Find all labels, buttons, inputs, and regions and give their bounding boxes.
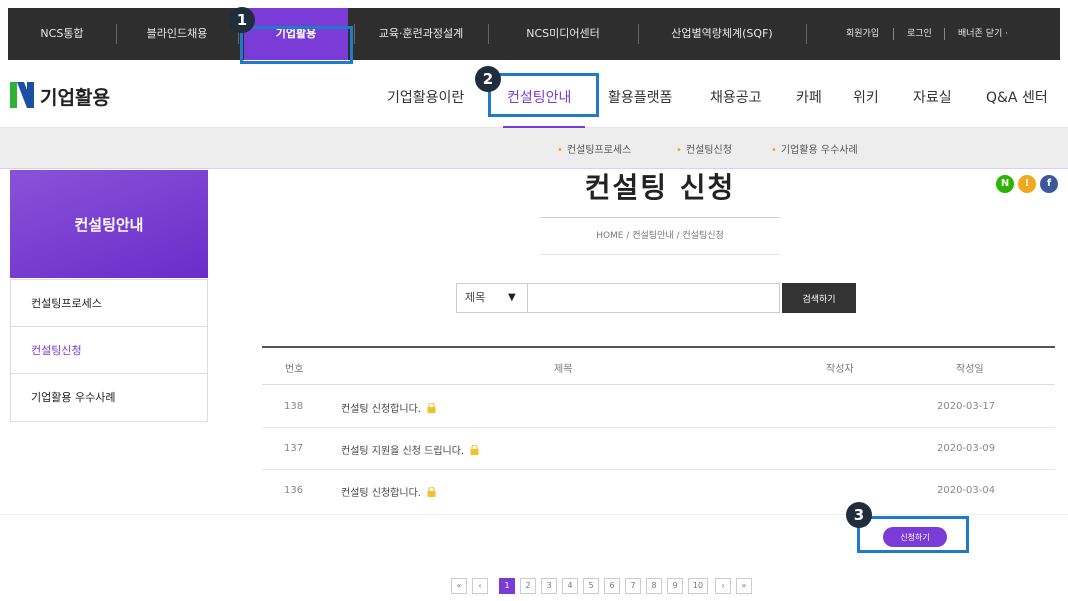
table-row[interactable]: 컨설팅 신청합니다. (341, 484, 436, 499)
search-input[interactable] (527, 283, 780, 313)
content-divider (0, 514, 1068, 515)
notice-share-icon[interactable]: ! (1018, 175, 1036, 193)
topbar-item-training-design[interactable]: 교육·훈련과정설계 (354, 8, 488, 60)
top-site-bar-inner: NCS통합 블라인드채용 기업활용 교육·훈련과정설계 NCS미디어센터 산업별… (8, 8, 1060, 60)
sidebar-title: 컨설팅안내 (74, 216, 144, 234)
dropdown-triangle-icon: ▼ (508, 292, 516, 303)
sidebar-item-apply[interactable]: 컨설팅신청 (11, 327, 207, 374)
page-button-8[interactable]: 8 (646, 578, 662, 594)
title-divider (540, 217, 780, 218)
sidebar-item-best-cases[interactable]: 기업활용 우수사례 (11, 374, 207, 421)
subnav-item-label: 기업활용 우수사례 (780, 145, 858, 156)
topbar-divider (806, 24, 807, 44)
bullet-dot-icon: • (557, 145, 563, 156)
prev-page-button[interactable]: ‹ (472, 578, 488, 594)
lock-icon (427, 403, 436, 413)
lock-icon (427, 487, 436, 497)
topbar-item-blind-hiring[interactable]: 블라인드채용 (116, 8, 238, 60)
callout-marker-3: 3 (846, 502, 872, 528)
nav-item-jobs[interactable]: 채용공고 (710, 87, 762, 107)
callout-marker-2: 2 (475, 66, 501, 92)
page-button-4[interactable]: 4 (562, 578, 578, 594)
util-divider (893, 28, 894, 40)
topbar-item-ncs[interactable]: NCS통합 (8, 8, 116, 60)
sub-navigation: • 컨설팅프로세스 • 컨설팅신청 • 기업활용 우수사례 (0, 128, 1068, 169)
subnav-item-label: 컨설팅프로세스 (566, 145, 632, 156)
subnav-item-label: 컨설팅신청 (685, 145, 732, 156)
nav-item-cafe[interactable]: 카페 (796, 87, 822, 107)
topbar-item-sqf[interactable]: 산업별역량체계(SQF) (638, 8, 806, 60)
signup-link[interactable]: 회원가입 (846, 8, 879, 60)
page-title: 컨설팅 신청 (584, 171, 736, 204)
bullet-dot-icon: • (676, 145, 682, 156)
table-row[interactable]: 컨설팅 신청합니다. (341, 400, 436, 415)
callout-box-1 (240, 26, 353, 64)
column-header-title: 제목 (554, 364, 573, 375)
top-site-bar: NCS통합 블라인드채용 기업활용 교육·훈련과정설계 NCS미디어센터 산업별… (0, 0, 1068, 60)
page-button-5[interactable]: 5 (583, 578, 599, 594)
row-date: 2020-03-17 (937, 401, 996, 412)
nav-item-library[interactable]: 자료실 (913, 87, 952, 107)
first-page-button[interactable]: « (451, 578, 467, 594)
facebook-share-icon[interactable]: f (1040, 175, 1058, 193)
page-button-10[interactable]: 10 (688, 578, 708, 594)
next-page-button[interactable]: › (715, 578, 731, 594)
login-link[interactable]: 로그인 (907, 8, 932, 60)
sidebar-item-process[interactable]: 컨설팅프로세스 (11, 280, 207, 327)
row-number: 137 (284, 443, 304, 454)
subnav-item-process[interactable]: • 컨설팅프로세스 (557, 141, 631, 156)
table-top-border (262, 346, 1055, 348)
subnav-item-apply[interactable]: • 컨설팅신청 (676, 141, 732, 156)
row-date: 2020-03-09 (937, 443, 996, 454)
table-header-divider (262, 384, 1055, 385)
search-field-select[interactable]: 제목 (456, 283, 528, 313)
site-logo-text[interactable]: 기업활용 (40, 83, 110, 110)
callout-box-3 (857, 516, 969, 553)
row-number: 138 (284, 401, 304, 412)
nav-item-wiki[interactable]: 위키 (853, 87, 879, 107)
breadcrumb-divider (540, 254, 780, 255)
row-divider (262, 469, 1055, 470)
nav-item-about[interactable]: 기업활용이란 (387, 87, 464, 107)
row-date: 2020-03-04 (937, 485, 996, 496)
column-header-author: 작성자 (826, 364, 854, 375)
sidebar-header: 컨설팅안내 (10, 170, 208, 278)
last-page-button[interactable]: » (736, 578, 752, 594)
page-button-3[interactable]: 3 (541, 578, 557, 594)
logo-n-icon[interactable] (10, 82, 34, 108)
row-number: 136 (284, 485, 304, 496)
page-button-1[interactable]: 1 (499, 578, 515, 594)
nav-item-platform[interactable]: 활용플랫폼 (608, 87, 672, 107)
page-button-7[interactable]: 7 (625, 578, 641, 594)
nav-item-qna[interactable]: Q&A 센터 (986, 87, 1048, 107)
callout-marker-1: 1 (229, 7, 255, 33)
row-title[interactable]: 컨설팅 지원을 신청 드립니다. (341, 446, 464, 457)
column-header-date: 작성일 (956, 364, 984, 375)
page-button-9[interactable]: 9 (667, 578, 683, 594)
breadcrumb: HOME / 컨설팅안내 / 컨설팅신청 (596, 231, 724, 241)
table-row[interactable]: 컨설팅 지원을 신청 드립니다. (341, 442, 479, 457)
row-divider (262, 427, 1055, 428)
row-title[interactable]: 컨설팅 신청합니다. (341, 488, 421, 499)
subnav-item-best-cases[interactable]: • 기업활용 우수사례 (771, 141, 858, 156)
sidebar-menu: 컨설팅프로세스 컨설팅신청 기업활용 우수사례 (10, 279, 208, 422)
naver-share-icon[interactable]: N (996, 175, 1014, 193)
search-button[interactable]: 검색하기 (782, 283, 856, 313)
column-header-number: 번호 (285, 364, 304, 375)
util-divider (944, 28, 945, 40)
row-title[interactable]: 컨설팅 신청합니다. (341, 404, 421, 415)
page-button-6[interactable]: 6 (604, 578, 620, 594)
close-banner-link[interactable]: 배너존 닫기 · (958, 8, 1008, 60)
bullet-dot-icon: • (771, 145, 777, 156)
page-button-2[interactable]: 2 (520, 578, 536, 594)
callout-box-2 (488, 73, 599, 117)
lock-icon (470, 445, 479, 455)
topbar-item-media-center[interactable]: NCS미디어센터 (488, 8, 638, 60)
